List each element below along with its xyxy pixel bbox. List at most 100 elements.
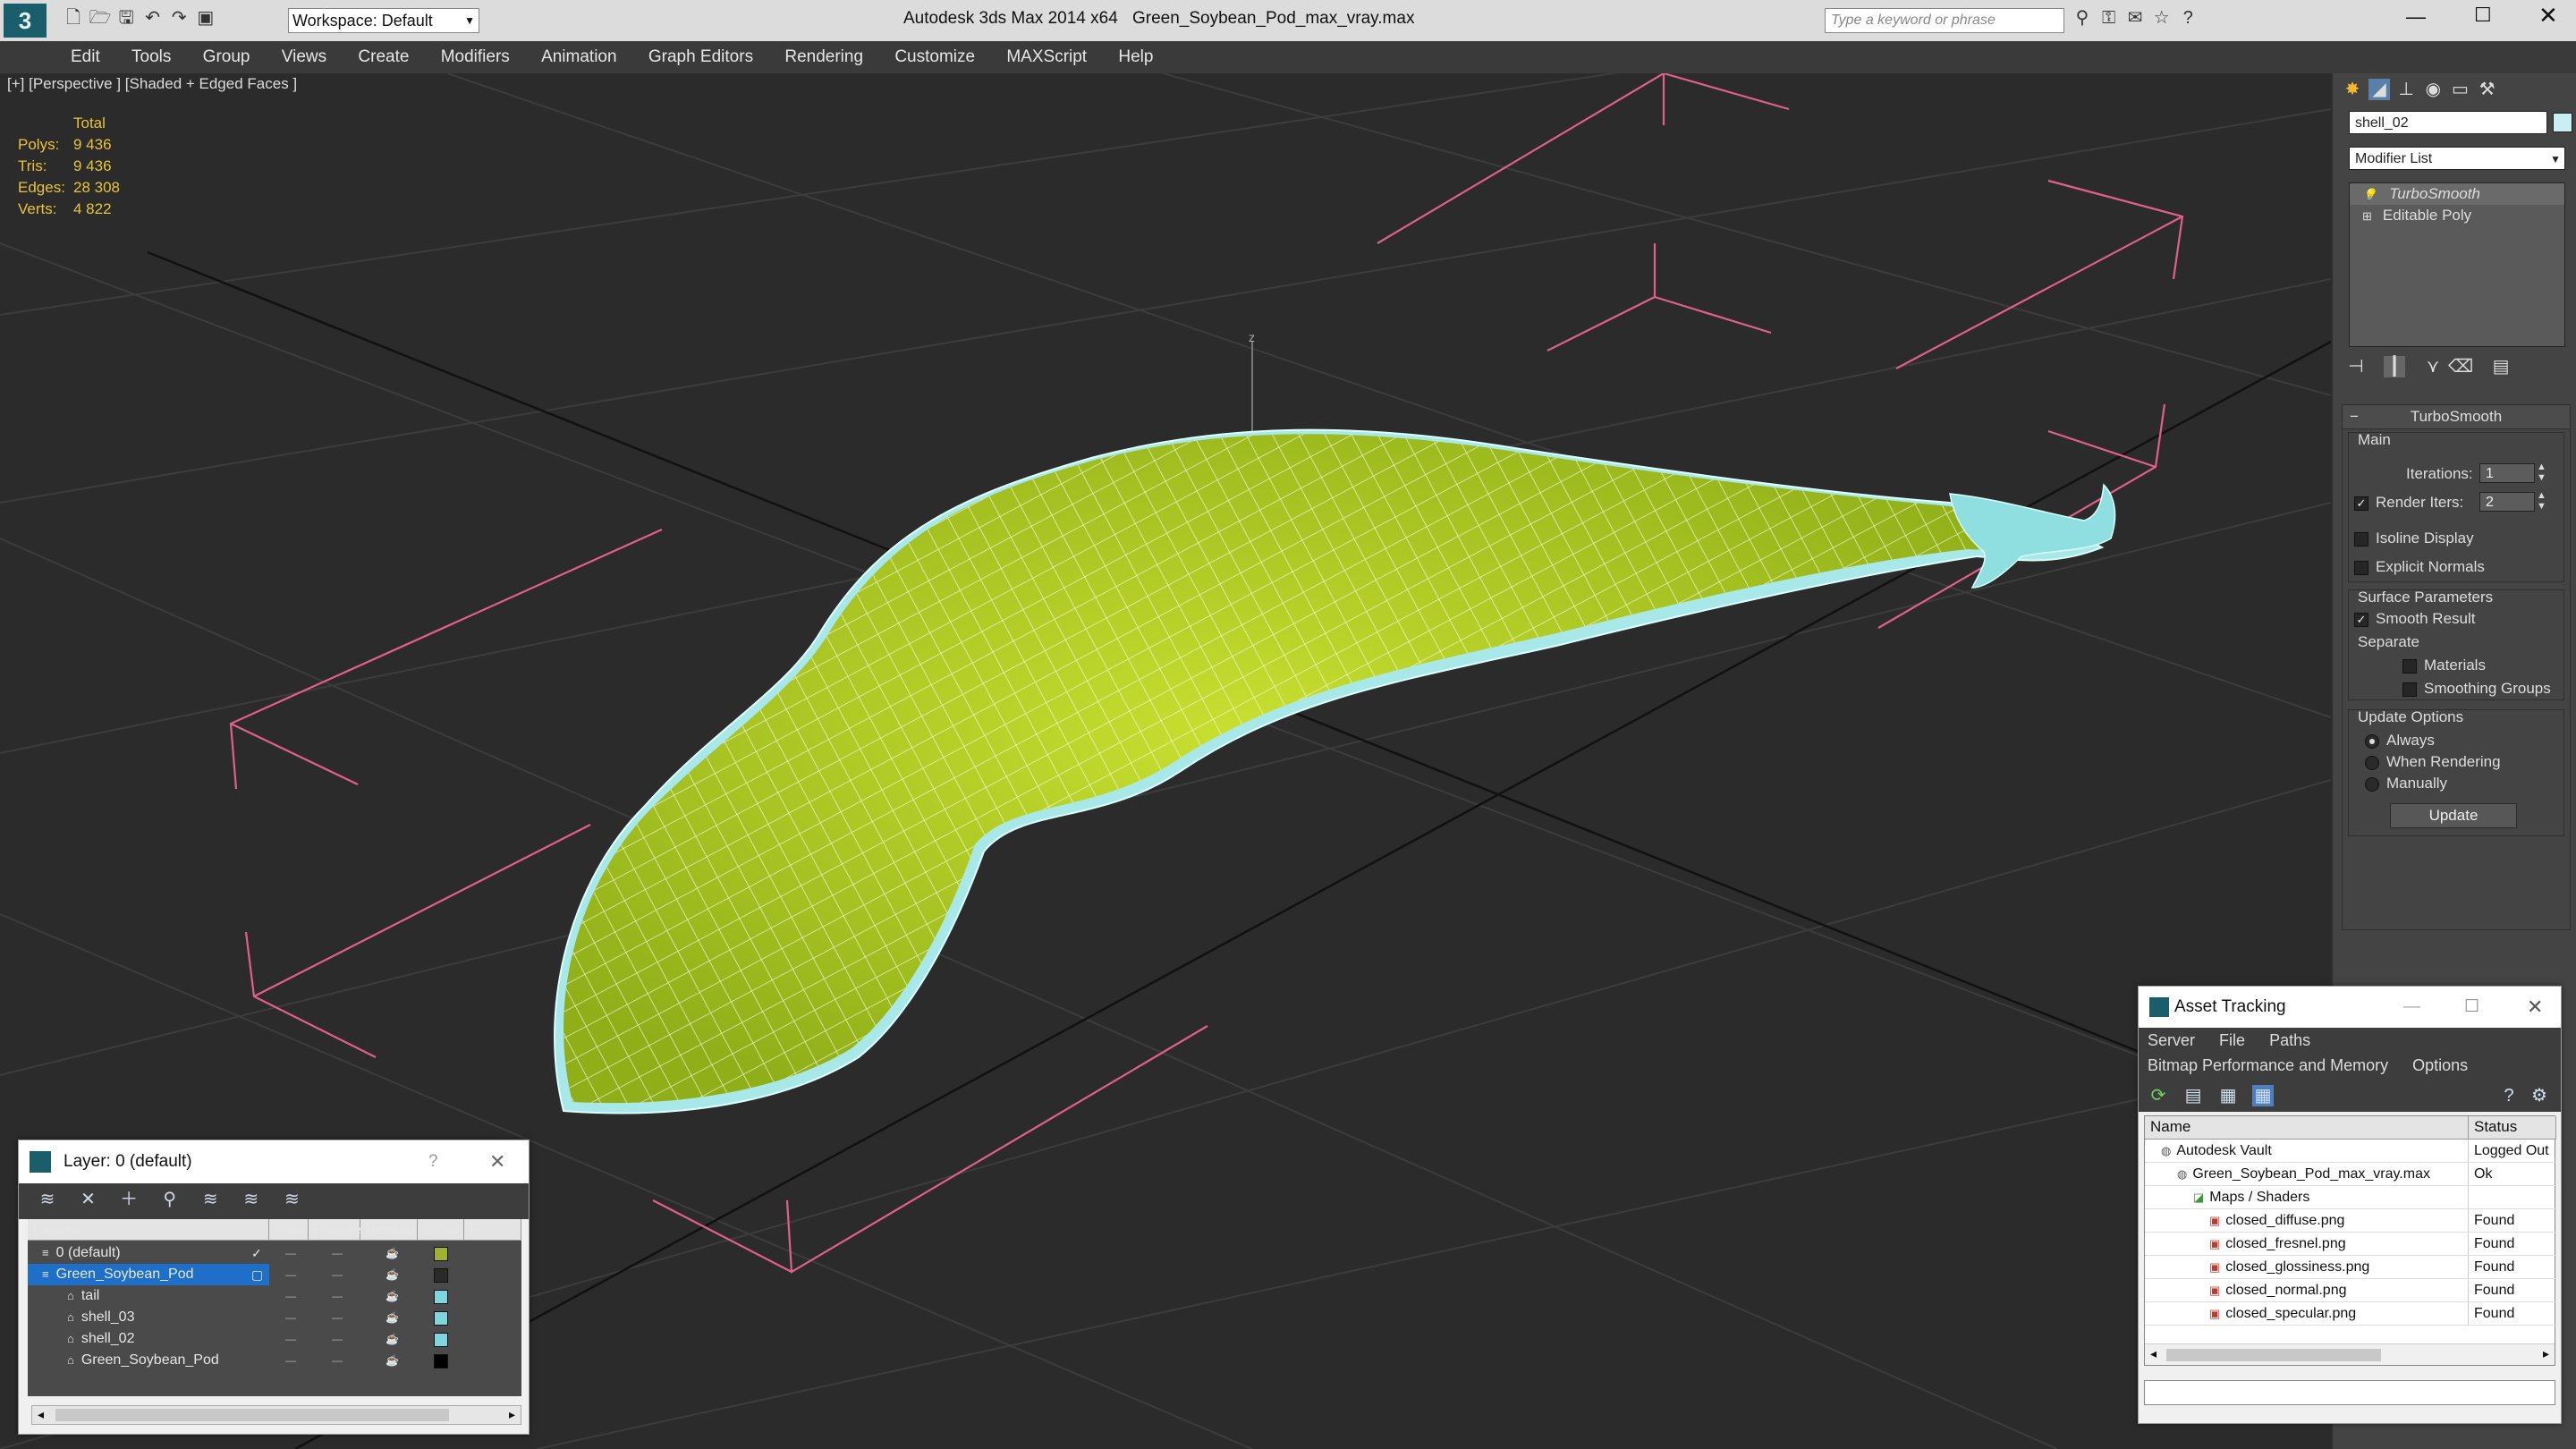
horizontal-scrollbar[interactable]: ◂ ▸	[31, 1405, 521, 1425]
layer-color-swatch[interactable]	[434, 1268, 448, 1283]
maximize-button[interactable]: ☐	[2464, 987, 2479, 1028]
freeze-toggle[interactable]: —	[332, 1350, 343, 1371]
menu-edit[interactable]: Edit	[57, 41, 114, 73]
help-button[interactable]: ?	[428, 1140, 438, 1183]
layer-row[interactable]: ⌂ shell_03 — — ☕	[28, 1307, 521, 1328]
delete-layer-icon[interactable]: ✕	[78, 1189, 99, 1210]
modifier-list-dropdown[interactable]: Modifier List ▼	[2349, 147, 2565, 170]
layer-color-swatch[interactable]	[434, 1311, 448, 1326]
viewport-label[interactable]: [+] [Perspective ] [Shaded + Edged Faces…	[7, 75, 297, 93]
open-file-icon[interactable]: 🗁	[89, 7, 112, 29]
close-icon[interactable]: ✕	[2527, 987, 2543, 1028]
subscription-icon[interactable]: ⚿	[2098, 7, 2120, 29]
column-header-color[interactable]: Color	[418, 1219, 464, 1241]
new-file-icon[interactable]: 🗋	[63, 7, 84, 29]
scrollbar-thumb[interactable]	[2166, 1349, 2381, 1361]
expand-plus-icon[interactable]: ⊞	[2362, 209, 2372, 223]
column-header-r[interactable]: R	[464, 1219, 521, 1241]
menu-paths[interactable]: Paths	[2269, 1031, 2310, 1049]
hierarchy-tab-icon[interactable]: ⊥	[2395, 79, 2417, 100]
refresh-icon[interactable]: ⟳	[2148, 1085, 2169, 1106]
explicit-normals-checkbox[interactable]	[2354, 560, 2368, 575]
asset-row[interactable]: ▣ closed_fresnel.png Found	[2145, 1233, 2556, 1256]
chevron-right-icon[interactable]: ▸	[2543, 1346, 2549, 1361]
horizontal-scrollbar[interactable]: ◂ ▸	[2145, 1343, 2555, 1365]
add-to-layer-icon[interactable]: ＋	[118, 1189, 140, 1210]
table-view-icon[interactable]: ▦	[2217, 1085, 2239, 1106]
show-end-result-icon[interactable]: ┃	[2384, 356, 2406, 377]
smooth-result-checkbox[interactable]: ✓	[2354, 612, 2368, 627]
remove-modifier-icon[interactable]: ⌫	[2448, 356, 2473, 377]
search-input[interactable]: Type a keyword or phrase	[1825, 8, 2064, 33]
render-iters-checkbox[interactable]: ✓	[2354, 496, 2368, 511]
menu-maxscript[interactable]: MAXScript	[993, 41, 1100, 73]
undo-icon[interactable]: ↶	[142, 7, 164, 29]
minimize-button[interactable]: —	[2406, 5, 2426, 29]
hide-toggle[interactable]: —	[285, 1328, 296, 1350]
pin-stack-icon[interactable]: ⊣	[2345, 356, 2367, 377]
hide-all-icon[interactable]: ≋	[241, 1189, 262, 1210]
menu-server[interactable]: Server	[2148, 1031, 2195, 1049]
menu-file[interactable]: File	[2219, 1031, 2245, 1049]
workspace-dropdown[interactable]: Workspace: Default ▼	[288, 8, 479, 33]
freeze-toggle[interactable]: —	[332, 1242, 343, 1264]
dialog-title-bar[interactable]: Layer: 0 (default) ? ✕	[19, 1140, 529, 1183]
configure-modifier-sets-icon[interactable]: ▤	[2490, 356, 2512, 377]
favorites-star-icon[interactable]: ☆	[2151, 7, 2173, 29]
hide-toggle[interactable]: —	[285, 1264, 296, 1285]
asset-row[interactable]: ◍ Green_Soybean_Pod_max_vray.max Ok	[2145, 1163, 2556, 1186]
asset-row[interactable]: ▣ closed_diffuse.png Found	[2145, 1209, 2556, 1233]
column-header-hide[interactable]: Hide	[269, 1219, 309, 1241]
hide-toggle[interactable]: —	[285, 1285, 296, 1307]
asset-row[interactable]: ▣ closed_normal.png Found	[2145, 1279, 2556, 1302]
asset-row[interactable]: ▣ closed_glossiness.png Found	[2145, 1256, 2556, 1279]
communication-icon[interactable]: ✉	[2124, 7, 2146, 29]
update-when-rendering-radio[interactable]	[2365, 755, 2379, 770]
column-header-freeze[interactable]: Freeze	[309, 1219, 361, 1241]
layer-row[interactable]: ⌂ tail — — ☕	[28, 1285, 521, 1307]
display-tab-icon[interactable]: ▭	[2450, 79, 2471, 100]
settings-icon[interactable]: ⚙	[2529, 1085, 2550, 1106]
freeze-toggle[interactable]: —	[332, 1307, 343, 1328]
hide-toggle[interactable]: —	[285, 1350, 296, 1371]
layer-row[interactable]: ⌂ shell_02 — — ☕	[28, 1328, 521, 1350]
grid-view-icon[interactable]: ▦	[2252, 1085, 2275, 1106]
create-layer-icon[interactable]: ≋	[37, 1189, 58, 1210]
modify-tab-icon[interactable]: ◢	[2368, 79, 2391, 100]
asset-row[interactable]: ▣ closed_specular.png Found	[2145, 1302, 2556, 1326]
menu-create[interactable]: Create	[344, 41, 422, 73]
menu-group[interactable]: Group	[190, 41, 264, 73]
materials-checkbox[interactable]	[2402, 658, 2417, 674]
chevron-right-icon[interactable]: ▸	[509, 1407, 515, 1422]
utilities-tab-icon[interactable]: ⚒	[2477, 79, 2498, 100]
update-always-radio[interactable]	[2365, 733, 2379, 749]
current-layer-check-icon[interactable]: ✓	[251, 1242, 262, 1264]
maximize-button[interactable]: ☐	[2474, 4, 2492, 27]
spinner-arrows-icon[interactable]: ▲ ▼	[2537, 462, 2546, 483]
render-toggle-icon[interactable]: ☕	[386, 1307, 399, 1328]
list-view-icon[interactable]: ▤	[2182, 1085, 2204, 1106]
isoline-display-checkbox[interactable]	[2354, 531, 2368, 547]
freeze-all-icon[interactable]: ≋	[281, 1189, 302, 1210]
close-icon[interactable]: ✕	[489, 1140, 505, 1183]
render-iters-spinner[interactable]: 2	[2479, 492, 2535, 512]
close-button[interactable]: ✕	[2538, 2, 2558, 30]
app-logo-icon[interactable]: 3	[4, 4, 47, 38]
chevron-left-icon[interactable]: ◂	[2150, 1346, 2157, 1361]
layer-color-swatch[interactable]	[434, 1333, 448, 1347]
scrollbar-thumb[interactable]	[55, 1409, 449, 1421]
motion-tab-icon[interactable]: ◉	[2422, 79, 2444, 100]
asset-path-field[interactable]	[2144, 1380, 2555, 1405]
project-folder-icon[interactable]: ▣	[195, 7, 216, 29]
render-toggle-icon[interactable]: ☕	[386, 1350, 399, 1371]
menu-modifiers[interactable]: Modifiers	[428, 41, 523, 73]
render-toggle-icon[interactable]: ☕	[386, 1242, 399, 1264]
update-manually-radio[interactable]	[2365, 776, 2379, 792]
menu-help[interactable]: Help	[1105, 41, 1166, 73]
create-tab-icon[interactable]: ✸	[2342, 79, 2363, 100]
layer-row[interactable]: ≡ 0 (default) — — ☕ ✓	[28, 1242, 521, 1264]
stack-item-editable-poly[interactable]: ⊞ Editable Poly	[2350, 205, 2564, 226]
render-toggle-icon[interactable]: ☕	[386, 1328, 399, 1350]
freeze-toggle[interactable]: —	[332, 1285, 343, 1307]
layer-row[interactable]: ⌂ Green_Soybean_Pod — — ☕	[28, 1350, 521, 1371]
